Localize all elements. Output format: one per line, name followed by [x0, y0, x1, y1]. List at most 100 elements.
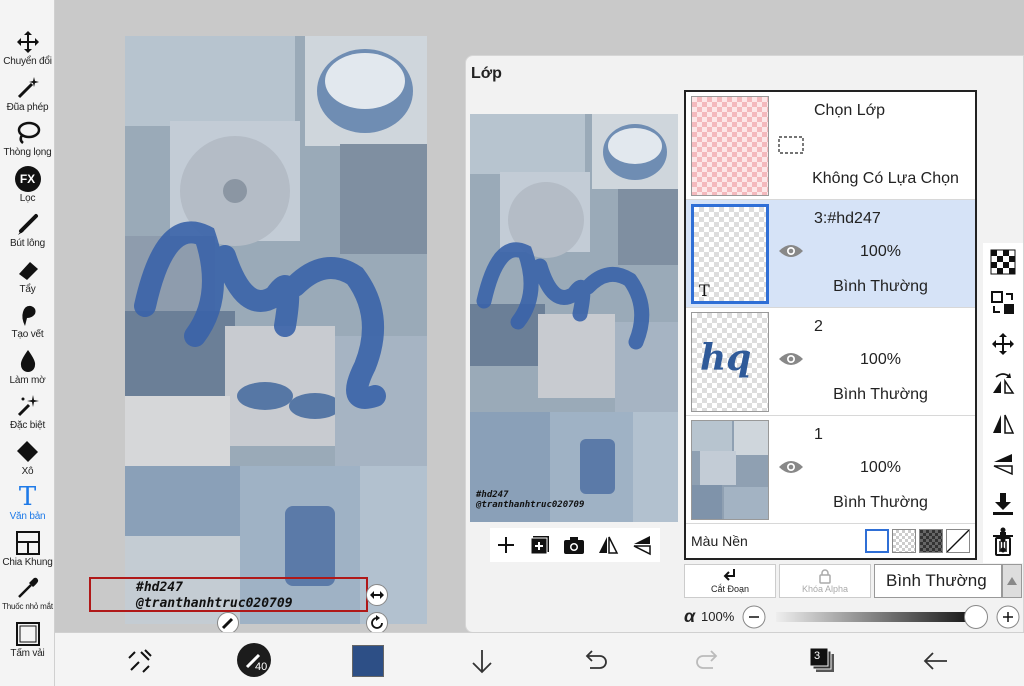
- tool-eyedropper[interactable]: Thuốc nhỏ mắt: [0, 571, 55, 616]
- redo-icon[interactable]: [693, 646, 723, 676]
- tool-label: Đũa phép: [6, 102, 49, 113]
- tool-lasso[interactable]: Thòng lọng: [0, 116, 55, 161]
- tool-label: Tạo vết: [11, 329, 44, 340]
- opacity-slider-knob[interactable]: [964, 605, 988, 629]
- text-layer-bounding-box[interactable]: #hd247 @tranthanhtruc020709: [89, 577, 368, 612]
- tool-smudge[interactable]: Tạo vết: [0, 298, 55, 343]
- text-layer-line2: @tranthanhtruc020709: [136, 596, 293, 611]
- resize-handle[interactable]: [366, 584, 388, 606]
- flip-vertical-icon[interactable]: [990, 451, 1016, 477]
- frame-divider-icon: [15, 531, 40, 555]
- add-layer-copy-icon[interactable]: [528, 533, 552, 557]
- blend-mode-dropdown[interactable]: [1002, 564, 1022, 598]
- camera-icon[interactable]: [562, 533, 586, 557]
- layer-row-2[interactable]: hq 2 100% Bình Thường: [686, 308, 975, 416]
- tool-brush[interactable]: Bút lông: [0, 207, 55, 252]
- move-icon: [16, 31, 39, 53]
- artwork-canvas[interactable]: [125, 36, 427, 624]
- selection-layer-name: Chọn Lớp: [814, 102, 885, 119]
- clipping-label: Cắt Đoạn: [710, 584, 750, 594]
- tool-label: Bút lông: [9, 238, 46, 249]
- selection-layer-row[interactable]: Chọn Lớp Không Có Lựa Chọn: [686, 92, 975, 200]
- background-transparent-light-swatch[interactable]: [892, 529, 916, 553]
- lasso-icon: [17, 121, 40, 144]
- alpha-lock-button[interactable]: Khóa Alpha: [779, 564, 871, 598]
- tool-label: Đặc biệt: [9, 420, 46, 431]
- text-tool-icon: T: [18, 482, 37, 512]
- tool-label: Xô: [21, 466, 34, 477]
- background-label: Màu Nền: [691, 533, 748, 549]
- flip-horizontal-icon[interactable]: [990, 411, 1016, 437]
- bottom-toolbar: 40 3: [55, 632, 1024, 686]
- rotate-handle[interactable]: [366, 612, 388, 634]
- canvas-icon: [15, 622, 40, 646]
- tool-frame-divider[interactable]: Chia Khung: [0, 526, 55, 571]
- current-color-swatch[interactable]: [352, 645, 384, 677]
- layer-row-1[interactable]: 1 100% Bình Thường: [686, 416, 975, 524]
- clip-arrow-icon: [723, 569, 735, 581]
- blur-icon: [20, 350, 35, 372]
- sparkle-icon: [17, 395, 39, 417]
- tool-bucket[interactable]: Xô: [0, 435, 55, 480]
- tool-text[interactable]: T Văn bản: [0, 480, 55, 525]
- layers-stack-icon: [809, 647, 834, 672]
- layer-opacity: 100%: [860, 243, 901, 260]
- checkerboard-icon[interactable]: [990, 249, 1016, 275]
- flip-vertical-icon[interactable]: [630, 533, 654, 557]
- layer-name: 3:#hd247: [814, 210, 881, 227]
- undo-icon[interactable]: [580, 646, 610, 676]
- back-arrow-icon[interactable]: [921, 646, 951, 676]
- tool-label: Chia Khung: [2, 557, 53, 568]
- opacity-plus-icon[interactable]: [996, 605, 1020, 629]
- brush-icon: [17, 214, 38, 235]
- tool-label: Thòng lọng: [3, 147, 52, 158]
- tool-canvas[interactable]: Tấm vải: [0, 617, 55, 662]
- alpha-symbol: α: [684, 606, 696, 626]
- layer-blend-mode: Bình Thường: [833, 494, 928, 511]
- rotate-flip-icon[interactable]: [990, 371, 1016, 397]
- rotate-icon: [371, 615, 383, 629]
- tool-special[interactable]: Đặc biệt: [0, 389, 55, 434]
- triangle-up-icon: [1007, 577, 1017, 585]
- tool-transform[interactable]: Chuyển đổi: [0, 25, 55, 70]
- layer-blend-mode: Bình Thường: [833, 386, 928, 403]
- more-options-icon[interactable]: [993, 526, 1013, 554]
- opacity-minus-icon[interactable]: [742, 605, 766, 629]
- merge-down-icon[interactable]: [990, 491, 1016, 517]
- tool-label: Tẩy: [19, 284, 36, 295]
- edit-text-handle[interactable]: [217, 612, 239, 634]
- quick-menu-icon[interactable]: [125, 646, 155, 676]
- dashed-selection-icon: [778, 136, 804, 154]
- blend-mode-select[interactable]: Bình Thường: [874, 564, 1002, 598]
- add-layer-icon[interactable]: [494, 533, 518, 557]
- tool-magic-wand[interactable]: Đũa phép: [0, 71, 55, 116]
- background-white-swatch[interactable]: [865, 529, 889, 553]
- panel-title: Lớp: [471, 65, 502, 82]
- text-layer-line1: #hd247: [136, 580, 183, 595]
- magic-wand-icon: [17, 77, 39, 99]
- background-transparent-dark-swatch[interactable]: [919, 529, 943, 553]
- layer-row-3[interactable]: T 3:#hd247 100% Bình Thường: [686, 200, 975, 308]
- tool-eraser[interactable]: Tẩy: [0, 253, 55, 298]
- layer-name: 2: [814, 318, 823, 335]
- brush-size-button[interactable]: 40: [237, 643, 271, 677]
- artwork-collage: [125, 36, 427, 624]
- tool-filter[interactable]: FX Lọc: [0, 162, 55, 207]
- arrow-down-icon[interactable]: [467, 646, 497, 676]
- layer-preview: #hd247 @tranthanhtruc020709: [470, 114, 678, 522]
- move-layer-icon[interactable]: [990, 331, 1016, 357]
- clipping-button[interactable]: Cắt Đoạn: [684, 564, 776, 598]
- alpha-lock-label: Khóa Alpha: [801, 584, 849, 594]
- preview-collage: [470, 114, 678, 522]
- opacity-slider-track[interactable]: [776, 612, 976, 622]
- background-color-row: Màu Nền: [686, 524, 975, 558]
- eyedropper-icon: [17, 577, 38, 598]
- background-none-swatch[interactable]: [946, 529, 970, 553]
- layers-button[interactable]: 3: [808, 646, 838, 676]
- swap-layer-icon[interactable]: [990, 290, 1016, 316]
- pencil-icon: [221, 617, 234, 630]
- tool-label: Tấm vải: [10, 648, 45, 659]
- tool-blur[interactable]: Làm mờ: [0, 344, 55, 389]
- tool-label: Thuốc nhỏ mắt: [2, 602, 53, 611]
- flip-horizontal-icon[interactable]: [596, 533, 620, 557]
